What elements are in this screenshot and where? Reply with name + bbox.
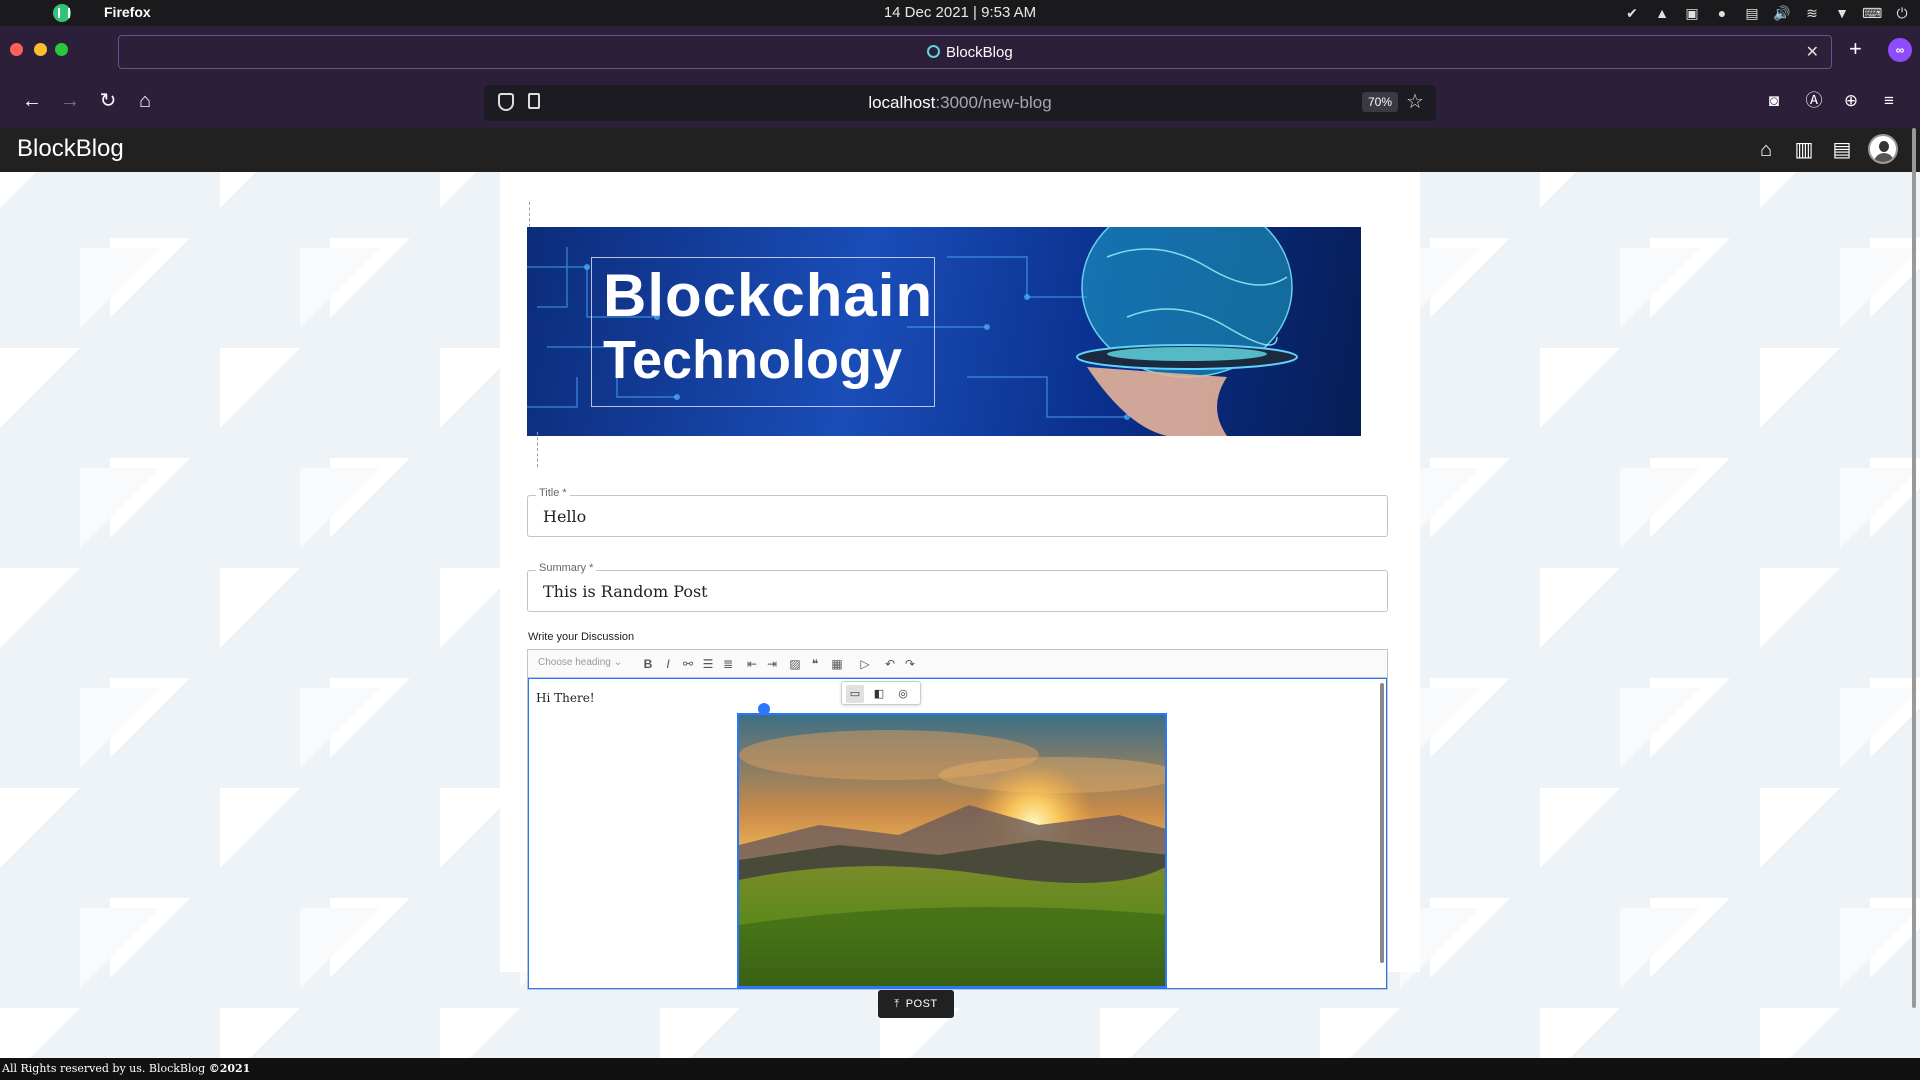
reload-button[interactable]: ↻ bbox=[95, 88, 121, 114]
clipboard-icon[interactable]: ▤ bbox=[1742, 3, 1762, 23]
side-image-icon[interactable]: ◧ bbox=[870, 685, 888, 703]
zoom-indicator[interactable]: 70% bbox=[1362, 92, 1399, 112]
bulleted-list-icon[interactable]: ☰ bbox=[698, 654, 718, 674]
embedded-landscape-image[interactable] bbox=[737, 713, 1167, 988]
hero-line-1: Blockchain bbox=[603, 262, 934, 329]
link-icon[interactable]: ⚯ bbox=[678, 654, 698, 674]
back-button[interactable]: ← bbox=[19, 88, 45, 114]
react-favicon-icon bbox=[927, 45, 940, 58]
block-quote-icon[interactable]: ❝ bbox=[805, 654, 825, 674]
home-button[interactable]: ⌂ bbox=[132, 88, 158, 114]
library-icon[interactable]: ▥ bbox=[1790, 136, 1818, 164]
os-top-bar: Firefox 14 Dec 2021 | 9:53 AM ✔ ▲ ▣ ● ▤ … bbox=[0, 0, 1920, 26]
numbered-list-icon[interactable]: ≣ bbox=[718, 654, 738, 674]
new-tab-button[interactable]: + bbox=[1849, 36, 1862, 62]
summary-field-label: Summary * bbox=[536, 562, 597, 574]
hero-line-2: Technology bbox=[603, 330, 903, 390]
home-icon[interactable]: ⌂ bbox=[1752, 136, 1780, 164]
avatar[interactable] bbox=[1868, 134, 1898, 164]
editor-content[interactable]: Hi There! ▭ ◧ ◎ bbox=[528, 678, 1387, 989]
heading-select-label: Choose heading bbox=[538, 657, 611, 668]
editor-paragraph[interactable]: Hi There! bbox=[536, 691, 595, 705]
system-tray: ✔ ▲ ▣ ● ▤ 🔊 ≋ ▼ ⌨ ⏻ bbox=[1622, 3, 1912, 23]
keyboard-icon[interactable]: ⌨ bbox=[1862, 3, 1882, 23]
pocket-icon[interactable]: ◙ bbox=[1761, 88, 1787, 114]
volume-icon[interactable]: 🔊 bbox=[1772, 3, 1792, 23]
title-field-value[interactable]: Hello bbox=[543, 507, 586, 526]
discussion-label: Write your Discussion bbox=[528, 631, 635, 643]
editor-scrollbar[interactable] bbox=[1380, 683, 1384, 963]
browser-nav-bar: ← → ↻ ⌂ localhost:3000/new-blog 70% ☆ ◙ … bbox=[0, 76, 1920, 128]
footer-text: All Rights reserved by us. BlockBlog bbox=[2, 1062, 209, 1075]
landscape-graphic bbox=[739, 715, 1165, 986]
insert-media-icon[interactable]: ▷ bbox=[855, 654, 875, 674]
chat-icon[interactable]: ▤ bbox=[1828, 136, 1856, 164]
undo-icon[interactable]: ↶ bbox=[880, 654, 900, 674]
footer: All Rights reserved by us. BlockBlog ©20… bbox=[0, 1058, 1920, 1080]
account-icon[interactable]: Ⓐ bbox=[1801, 88, 1827, 114]
vlc-icon[interactable]: ▲ bbox=[1652, 3, 1672, 23]
rich-text-editor: Choose heading ⌄ B I ⚯ ☰ ≣ ⇤ ⇥ ▨ ❝ ▦ ▷ ↶… bbox=[527, 649, 1388, 990]
summary-field[interactable]: Summary * This is Random Post bbox=[527, 562, 1388, 612]
forward-button[interactable]: → bbox=[57, 88, 83, 114]
alt-text-icon[interactable]: ◎ bbox=[894, 685, 912, 703]
check-circle-icon[interactable]: ✔ bbox=[1622, 3, 1642, 23]
indent-icon[interactable]: ⇥ bbox=[762, 654, 782, 674]
triangle-down-icon[interactable]: ▼ bbox=[1832, 3, 1852, 23]
minimize-window-button[interactable] bbox=[34, 43, 47, 56]
image-placeholder-border bbox=[537, 432, 538, 467]
redo-icon[interactable]: ↷ bbox=[900, 654, 920, 674]
browser-tab[interactable]: BlockBlog ✕ bbox=[118, 35, 1832, 69]
browser-tab-bar: BlockBlog ✕ + ∞ bbox=[0, 26, 1920, 76]
heading-select[interactable]: Choose heading ⌄ bbox=[538, 657, 622, 668]
full-size-image-icon[interactable]: ▭ bbox=[846, 685, 864, 703]
insert-image-icon[interactable]: ▨ bbox=[785, 654, 805, 674]
app-title[interactable]: BlockBlog bbox=[17, 135, 124, 163]
power-icon[interactable]: ⏻ bbox=[1892, 3, 1912, 23]
summary-field-value[interactable]: This is Random Post bbox=[543, 582, 708, 601]
page-scrollbar[interactable] bbox=[1912, 128, 1916, 1008]
post-button-label: POST bbox=[905, 998, 938, 1010]
globe-icon[interactable]: ● bbox=[1712, 3, 1732, 23]
title-field[interactable]: Title * Hello bbox=[527, 487, 1388, 537]
editor-toolbar: Choose heading ⌄ B I ⚯ ☰ ≣ ⇤ ⇥ ▨ ❝ ▦ ▷ ↶… bbox=[528, 650, 1387, 678]
screenshot-icon[interactable]: ▣ bbox=[1682, 3, 1702, 23]
insert-table-icon[interactable]: ▦ bbox=[827, 654, 847, 674]
hero-banner-image[interactable]: Blockchain Technology bbox=[527, 227, 1361, 436]
bookmark-star-icon[interactable]: ☆ bbox=[1406, 89, 1424, 114]
url-host: localhost bbox=[868, 93, 936, 112]
menu-icon[interactable]: ≡ bbox=[1876, 88, 1902, 114]
bold-icon[interactable]: B bbox=[638, 654, 658, 674]
outdent-icon[interactable]: ⇤ bbox=[742, 654, 762, 674]
page-viewport: BlockBlog ⌂ ▥ ▤ Blockchain Technology Ti… bbox=[0, 128, 1920, 1080]
maximize-window-button[interactable] bbox=[55, 43, 68, 56]
close-window-button[interactable] bbox=[10, 43, 23, 56]
url-bar[interactable]: localhost:3000/new-blog 70% ☆ bbox=[484, 85, 1436, 121]
url-path: :3000/new-blog bbox=[935, 93, 1052, 112]
url-text[interactable]: localhost:3000/new-blog bbox=[484, 93, 1436, 113]
tab-title: BlockBlog bbox=[946, 44, 1013, 61]
title-field-label: Title * bbox=[536, 487, 570, 499]
wifi-icon[interactable]: ≋ bbox=[1802, 3, 1822, 23]
upload-icon: ⤒ bbox=[894, 998, 900, 1010]
private-browsing-icon[interactable]: ∞ bbox=[1888, 38, 1912, 62]
app-bar: BlockBlog ⌂ ▥ ▤ bbox=[0, 128, 1920, 172]
extensions-icon[interactable]: ⊕ bbox=[1838, 88, 1864, 114]
italic-icon[interactable]: I bbox=[658, 654, 678, 674]
post-button[interactable]: ⤒ POST bbox=[878, 990, 954, 1018]
image-toolbar: ▭ ◧ ◎ bbox=[841, 681, 921, 705]
footer-copyright: ©2021 bbox=[208, 1062, 251, 1075]
close-tab-icon[interactable]: ✕ bbox=[1806, 42, 1819, 62]
